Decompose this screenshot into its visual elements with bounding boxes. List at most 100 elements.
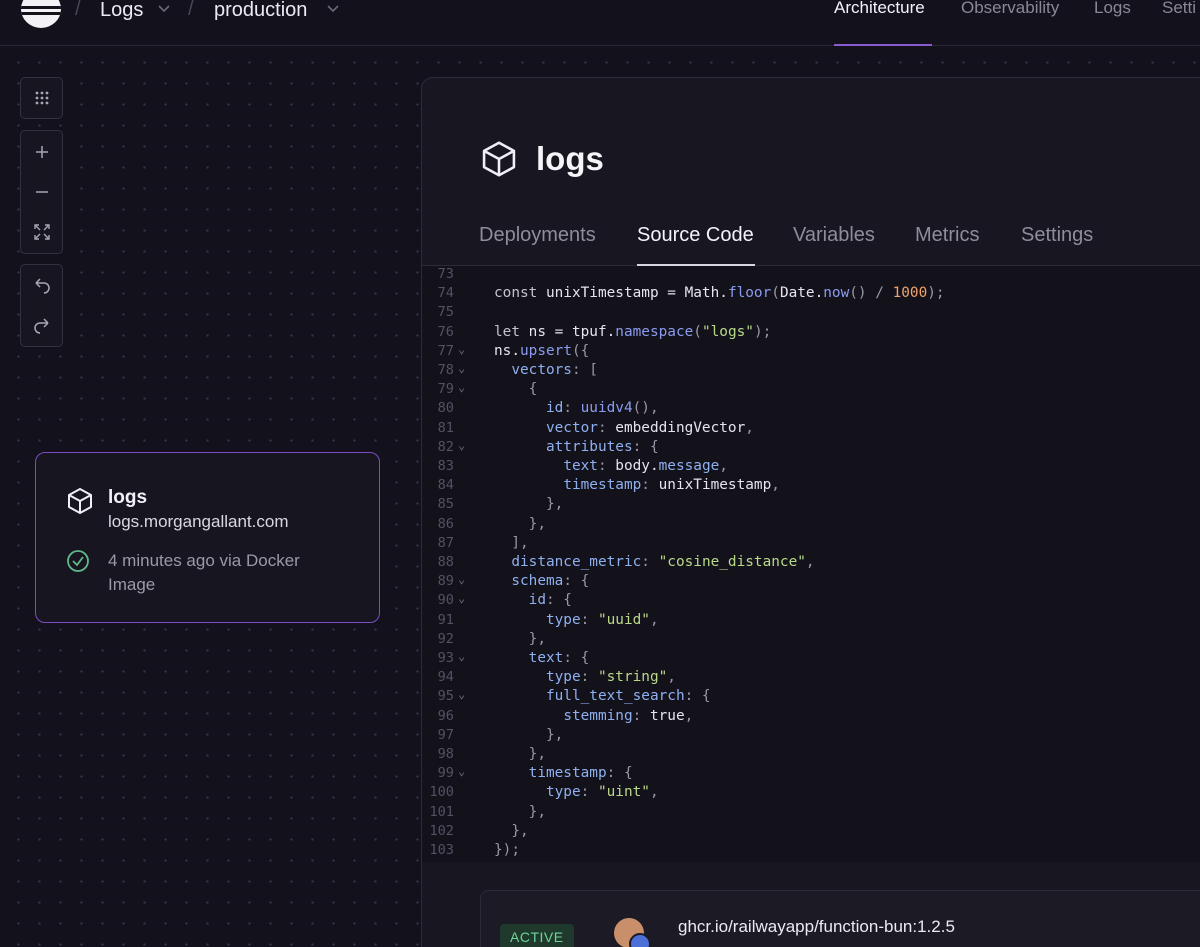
- fold-chevron-icon[interactable]: ⌄: [458, 687, 465, 701]
- code-token: :: [641, 554, 659, 570]
- fold-chevron-icon[interactable]: ⌄: [458, 764, 465, 778]
- chevron-down-icon[interactable]: [157, 1, 171, 15]
- line-number: 81: [437, 419, 454, 436]
- code-text: id: uuidv4(),: [494, 400, 659, 416]
- deployment-card[interactable]: ACTIVE ghcr.io/railwayapp/function-bun:1…: [480, 890, 1200, 947]
- railway-logo-icon[interactable]: [21, 0, 61, 28]
- code-token: floor: [727, 285, 772, 302]
- code-token: namespace: [615, 323, 694, 340]
- code-token: },: [494, 630, 546, 647]
- code-line: 78 ⌄ vectors: [: [422, 361, 1200, 381]
- line-number: 73: [437, 266, 454, 282]
- fold-chevron-icon[interactable]: ⌄: [458, 649, 465, 663]
- nav-architecture[interactable]: Architecture: [834, 0, 925, 18]
- breadcrumb-project[interactable]: Logs: [100, 0, 143, 22]
- service-card[interactable]: logs logs.morgangallant.com 4 minutes ag…: [35, 452, 380, 623]
- code-token: {: [494, 381, 538, 398]
- line-number: 85: [437, 496, 454, 513]
- code-token: ({: [571, 342, 590, 359]
- code-token: :: [580, 669, 598, 686]
- fold-chevron-icon[interactable]: ⌄: [458, 438, 465, 452]
- fold-chevron-icon[interactable]: ⌄: [458, 342, 465, 356]
- code-line: 101 },: [422, 804, 1200, 823]
- line-number: 102: [429, 822, 454, 839]
- code-token: : {: [563, 650, 590, 666]
- nav-settings[interactable]: Setti: [1162, 0, 1196, 18]
- code-token: : {: [606, 765, 633, 782]
- code-token: unixTimestamp: [658, 477, 772, 494]
- service-url[interactable]: logs.morgangallant.com: [108, 512, 288, 532]
- code-line: 88 distance_metric: "cosine_distance",: [422, 554, 1200, 573]
- code-line: 93 ⌄ text: {: [422, 649, 1200, 669]
- source-code-editor[interactable]: 73 74 const unixTimestamp = Math.floor(Dat…: [422, 266, 1200, 862]
- tab-variables[interactable]: Variables: [793, 224, 875, 247]
- code-line: 75: [422, 304, 1200, 323]
- code-text: },: [494, 496, 563, 512]
- fold-chevron-icon[interactable]: ⌄: [458, 572, 465, 586]
- breadcrumb-separator: /: [188, 0, 194, 20]
- code-token: vector: [545, 419, 598, 436]
- code-token: now: [823, 285, 850, 302]
- status-badge: ACTIVE: [500, 924, 574, 947]
- code-token: },: [494, 726, 564, 743]
- code-line: 96 stemming: true,: [422, 708, 1200, 727]
- code-token: stemming: [563, 707, 633, 724]
- code-token: body.: [615, 458, 659, 474]
- code-token: Date.: [779, 285, 824, 302]
- plus-icon: [35, 146, 48, 158]
- check-circle-icon: [67, 550, 89, 572]
- code-line: 73: [422, 266, 1200, 285]
- code-line: 81 vector: embeddingVector,: [422, 420, 1200, 439]
- panel-title: logs: [536, 140, 604, 177]
- docker-icon: [629, 933, 651, 947]
- code-token: },: [494, 822, 529, 839]
- code-token: type: [545, 669, 581, 686]
- tab-source-code[interactable]: Source Code: [637, 224, 754, 247]
- code-text: {: [494, 381, 538, 398]
- fold-chevron-icon[interactable]: ⌄: [458, 591, 465, 605]
- code-token: :: [563, 400, 581, 417]
- code-token: uuidv4: [580, 400, 633, 417]
- nav-logs[interactable]: Logs: [1094, 0, 1131, 18]
- line-number: 87: [437, 534, 454, 551]
- tab-metrics[interactable]: Metrics: [915, 224, 979, 247]
- code-token: text: [528, 650, 564, 666]
- code-token: : {: [684, 688, 711, 705]
- redo-button[interactable]: [21, 306, 62, 346]
- zoom-out-button[interactable]: [21, 172, 62, 212]
- code-token: },: [494, 803, 546, 820]
- code-text: },: [494, 822, 529, 839]
- nav-observability[interactable]: Observability: [961, 0, 1059, 18]
- tab-deployments[interactable]: Deployments: [479, 224, 596, 247]
- line-number: 78: [437, 362, 454, 378]
- top-bar: / Logs / production Architecture Observa…: [0, 0, 1200, 46]
- code-token: let: [494, 323, 529, 340]
- undo-button[interactable]: [21, 266, 62, 306]
- breadcrumb-environment[interactable]: production: [214, 0, 307, 22]
- fold-chevron-icon[interactable]: ⌄: [458, 361, 465, 375]
- code-text: text: {: [494, 650, 590, 666]
- code-token: },: [494, 496, 564, 513]
- tab-settings[interactable]: Settings: [1021, 224, 1093, 247]
- fold-chevron-icon[interactable]: ⌄: [458, 380, 465, 394]
- minus-icon: [35, 191, 48, 193]
- code-line: 103});: [422, 842, 1200, 861]
- code-token: :: [580, 784, 598, 801]
- chevron-down-icon[interactable]: [326, 1, 340, 15]
- code-token: ,: [649, 611, 659, 628]
- code-token: ,: [745, 419, 754, 436]
- code-line: 100 type: "uint",: [422, 784, 1200, 803]
- zoom-in-button[interactable]: [21, 132, 62, 172]
- grid-layout-button[interactable]: [21, 78, 62, 118]
- fit-view-button[interactable]: [21, 212, 62, 252]
- code-text: id: {: [494, 592, 572, 608]
- line-number: 86: [437, 515, 454, 532]
- code-line: 102 },: [422, 823, 1200, 842]
- code-text: ],: [494, 535, 528, 551]
